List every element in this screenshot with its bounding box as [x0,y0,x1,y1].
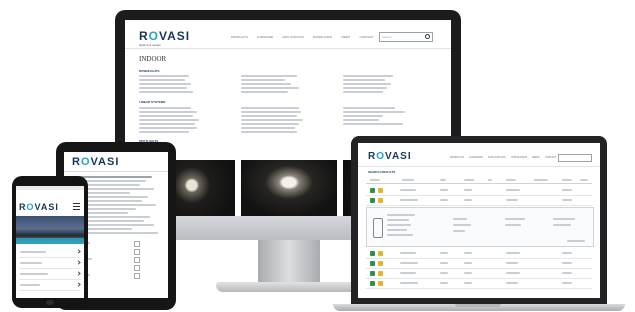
laptop-nav-products[interactable]: PRODUCTS [450,156,464,160]
table-row[interactable] [366,259,592,269]
phone-screen: ROVASI [16,186,84,298]
laptop-logo-text: ROVASI [368,151,412,162]
monitor-stand-base [216,282,362,292]
laptop-nav-applications[interactable]: APPLICATIONS [488,156,506,160]
phone-menu-item[interactable] [19,259,81,269]
nav-contact[interactable]: CONTACT [359,35,373,39]
home-button-icon[interactable] [46,300,54,305]
laptop-nav: PRODUCTS LUMINAIRE APPLICATIONS DOWNLOAD… [450,156,556,160]
tablet-checkbox-3[interactable] [134,257,140,263]
desktop-tagline: lighting & design [139,43,162,47]
search-icon[interactable] [425,34,430,39]
phone-logo: ROVASI [19,202,59,212]
logo-text: ROVASI [139,29,191,43]
table-row[interactable] [366,249,592,259]
desktop-search-box[interactable]: Search [379,32,433,42]
desktop-search-placeholder: Search [382,35,392,39]
laptop-nav-luminaire[interactable]: LUMINAIRE [469,156,483,160]
section-title: INDOOR [139,55,167,63]
tablet-logo-text: ROVASI [72,156,120,168]
laptop-nav-contact[interactable]: CONTACT [545,156,557,160]
expanded-result-panel[interactable] [366,207,594,247]
laptop-screen: ROVASI PRODUCTS LUMINAIRE APPLICATIONS D… [358,143,600,298]
table-row[interactable] [366,186,592,196]
chevron-right-icon [76,249,81,254]
desktop-logo: ROVASI [139,29,190,43]
tablet-checkbox-5[interactable] [134,273,140,279]
product-photo-2[interactable] [241,160,337,216]
chevron-right-icon [76,282,81,287]
nav-applications[interactable]: APPLICATIONS [282,35,304,39]
nav-luminaire[interactable]: LUMINAIRE [257,35,273,39]
tablet-checkbox-4[interactable] [134,265,140,271]
phone-status-bar [16,186,84,190]
chevron-right-icon [76,260,81,265]
hamburger-menu-icon[interactable] [73,203,80,210]
monitor-stand-neck [258,240,320,284]
desktop-nav: PRODUCTS LUMINAIRE APPLICATIONS DOWNLOAD… [231,35,374,39]
tablet-checkbox-2[interactable] [134,249,140,255]
group-linear-systems: LINEAR SYSTEMS [139,100,166,104]
laptop-notch [455,304,501,307]
laptop-logo: ROVASI [368,151,412,162]
laptop-nav-news[interactable]: NEWS [532,156,540,160]
tablet-header-divider [64,171,168,172]
laptop-nav-downloads[interactable]: DOWNLOADS [511,156,527,160]
tablet-checkbox-1[interactable] [134,241,140,247]
chevron-right-icon [76,271,81,276]
results-table-header [366,177,592,184]
laptop-header-divider [358,166,600,167]
phone-menu-item[interactable] [19,281,81,291]
nav-news[interactable]: NEWS [341,35,350,39]
phone-menu-item[interactable] [19,270,81,280]
table-row[interactable] [366,279,592,289]
phone-logo-text: ROVASI [19,202,59,212]
table-row[interactable] [366,269,592,279]
phone-menu-item[interactable] [19,248,81,258]
nav-downloads[interactable]: DOWNLOADS [313,35,333,39]
product-detail-image [373,218,383,238]
table-row[interactable] [366,196,592,206]
group-downlights: DOWNLIGHTS [139,69,160,73]
phone-hero-caption-bar [16,238,84,244]
header-divider [125,48,451,49]
tablet-logo: ROVASI [72,156,119,168]
laptop-section-title: SEARCH RESULTS [368,170,396,174]
nav-products[interactable]: PRODUCTS [231,35,248,39]
laptop-search-box[interactable] [558,154,592,162]
